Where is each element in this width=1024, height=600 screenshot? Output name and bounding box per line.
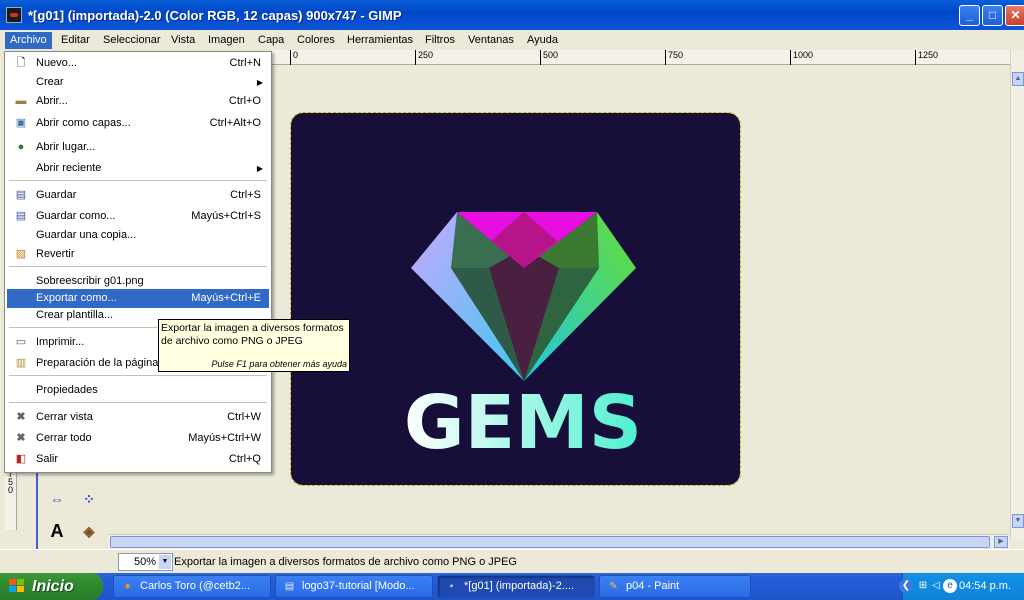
menu-item-salir[interactable]: ◧ Salir Ctrl+Q [7, 450, 269, 469]
window-titlebar: *[g01] (importada)-2.0 (Color RGB, 12 ca… [0, 0, 1024, 30]
close-button[interactable]: ✕ [1005, 5, 1024, 26]
start-label: Inicio [32, 578, 74, 595]
menu-filtros[interactable]: Filtros [420, 32, 460, 49]
menu-archivo[interactable]: Archivo [5, 32, 52, 49]
menu-separator [9, 266, 267, 267]
menu-editar[interactable]: Editar [56, 32, 95, 49]
menu-item-abrir-lugar[interactable]: ● Abrir lugar... [7, 138, 269, 157]
tooltip-hint: Pulse F1 para obtener más ayuda [211, 359, 347, 369]
tray-expand-icon[interactable]: ❮ [899, 579, 913, 593]
menu-herramientas[interactable]: Herramientas [342, 32, 418, 49]
taskbar-item-gimp[interactable]: ▪ *[g01] (importada)-2.... [437, 575, 595, 598]
image-canvas[interactable]: GEMS [290, 112, 741, 486]
paint-icon: ✎ [609, 581, 618, 592]
menu-ventanas[interactable]: Ventanas [463, 32, 519, 49]
menu-colores[interactable]: Colores [292, 32, 340, 49]
quit-icon: ◧ [15, 453, 27, 465]
gimp-icon: ▪ [449, 581, 454, 592]
menu-item-abrir-reciente[interactable]: Abrir reciente ▶ [7, 159, 269, 178]
taskbar: Inicio ● Carlos Toro (@cetb2... ▤ logo37… [0, 573, 1024, 600]
volume-icon[interactable]: ◁ [929, 579, 943, 593]
menu-item-guardar-como[interactable]: ▤ Guardar como... Mayús+Ctrl+S [7, 207, 269, 226]
start-button[interactable]: Inicio [0, 573, 103, 600]
logo-text: GEMS [404, 380, 642, 466]
zoom-value: 50% [134, 556, 157, 568]
taskbar-item-word[interactable]: ▤ logo37-tutorial [Modo... [275, 575, 433, 598]
minimize-button[interactable]: _ [959, 5, 980, 26]
ruler-tick: 1000 [790, 50, 813, 65]
bucket-fill-tool-icon[interactable]: ◈ [76, 518, 102, 544]
word-document-icon: ▤ [284, 581, 295, 592]
menu-separator [9, 402, 267, 403]
ruler-tick: 500 [540, 50, 558, 65]
system-tray: ❮ ⊞ ◁ e 04:54 p.m. [899, 573, 1024, 600]
menu-separator [9, 375, 267, 376]
menu-item-guardar[interactable]: ▤ Guardar Ctrl+S [7, 186, 269, 205]
menu-item-guardar-copia[interactable]: Guardar una copia... [7, 226, 269, 245]
menu-item-revertir[interactable]: ▨ Revertir [7, 245, 269, 264]
maximize-button[interactable]: □ [982, 5, 1003, 26]
menu-imagen[interactable]: Imagen [203, 32, 250, 49]
gimp-app-icon[interactable] [6, 7, 22, 23]
tooltip-line-2: de archivo como PNG o JPEG [161, 335, 303, 347]
taskbar-item-paint[interactable]: ✎ p04 - Paint [599, 575, 751, 598]
horizontal-scroll-thumb[interactable] [110, 536, 990, 548]
flip-tool-icon[interactable]: ⇔ [44, 486, 70, 512]
scroll-up-arrow-icon[interactable]: ▲ [1012, 72, 1024, 86]
horizontal-ruler[interactable]: 0 250 500 750 1000 1250 [272, 50, 1010, 65]
chevron-down-icon[interactable]: ▼ [159, 555, 171, 569]
menu-vista[interactable]: Vista [166, 32, 200, 49]
ruler-tick: 750 [665, 50, 683, 65]
menu-item-abrir[interactable]: ▬ Abrir... Ctrl+O [7, 92, 269, 111]
network-icon[interactable]: ⊞ [916, 579, 930, 593]
taskbar-item-firefox[interactable]: ● Carlos Toro (@cetb2... [113, 575, 271, 598]
firefox-icon: ● [124, 581, 131, 592]
scroll-right-arrow-icon[interactable]: ▶ [994, 536, 1008, 548]
status-bar: 50% ▼ Exportar la imagen a diversos form… [0, 549, 1024, 573]
menu-separator [9, 180, 267, 181]
tooltip: Exportar la imagen a diversos formatos d… [158, 319, 350, 372]
ruler-tick: 1250 [915, 50, 938, 65]
windows-logo-icon [9, 579, 25, 594]
menu-item-propiedades[interactable]: Propiedades [7, 381, 269, 400]
submenu-arrow-icon: ▶ [256, 78, 263, 87]
submenu-arrow-icon: ▶ [256, 164, 263, 173]
save-as-icon: ▤ [15, 210, 27, 222]
ruler-tick: 250 [415, 50, 433, 65]
vertical-scrollbar[interactable]: ▲ ▼ [1010, 50, 1024, 540]
cage-transform-tool-icon[interactable]: ⁘ [76, 486, 102, 512]
menu-item-abrir-como-capas[interactable]: ▣ Abrir como capas... Ctrl+Alt+O [7, 114, 269, 133]
open-as-layers-icon: ▣ [15, 117, 27, 129]
vertical-ruler[interactable]: 7 5 0 [5, 470, 17, 530]
status-message: Exportar la imagen a diversos formatos d… [174, 556, 517, 568]
menu-item-nuevo[interactable]: 🗋 Nuevo... Ctrl+N [7, 54, 269, 73]
close-x-icon: ✖ [16, 432, 26, 444]
menu-item-cerrar-todo[interactable]: ✖ Cerrar todo Mayús+Ctrl+W [7, 429, 269, 448]
revert-icon: ▨ [15, 248, 27, 260]
menu-seleccionar[interactable]: Seleccionar [98, 32, 165, 49]
horizontal-scrollbar[interactable]: ▶ [108, 534, 1010, 548]
menu-item-crear[interactable]: Crear ▶ [7, 73, 269, 92]
menu-bar: Archivo Editar Seleccionar Vista Imagen … [0, 30, 1024, 50]
new-document-icon: 🗋 [16, 57, 26, 69]
gems-logo: GEMS [404, 212, 642, 466]
ruler-tick: 0 [290, 50, 298, 65]
open-folder-icon: ▬ [15, 95, 27, 107]
menu-item-cerrar-vista[interactable]: ✖ Cerrar vista Ctrl+W [7, 408, 269, 427]
window-title: *[g01] (importada)-2.0 (Color RGB, 12 ca… [28, 8, 402, 23]
page-setup-icon: ▥ [15, 357, 27, 369]
save-icon: ▤ [15, 189, 27, 201]
text-tool-icon[interactable]: A [44, 518, 70, 544]
menu-ayuda[interactable]: Ayuda [522, 32, 563, 49]
ie-icon[interactable]: e [943, 579, 957, 593]
file-menu-dropdown: 🗋 Nuevo... Ctrl+N Crear ▶ ▬ Abrir... Ctr… [4, 51, 272, 473]
scroll-down-arrow-icon[interactable]: ▼ [1012, 514, 1024, 528]
tooltip-line-1: Exportar la imagen a diversos formatos [161, 322, 344, 334]
zoom-select[interactable]: 50% ▼ [118, 553, 173, 571]
globe-icon: ● [17, 141, 25, 153]
menu-capa[interactable]: Capa [253, 32, 289, 49]
clock: 04:54 p.m. [959, 580, 1011, 592]
printer-icon: ▭ [15, 336, 27, 348]
close-x-icon: ✖ [16, 411, 26, 423]
